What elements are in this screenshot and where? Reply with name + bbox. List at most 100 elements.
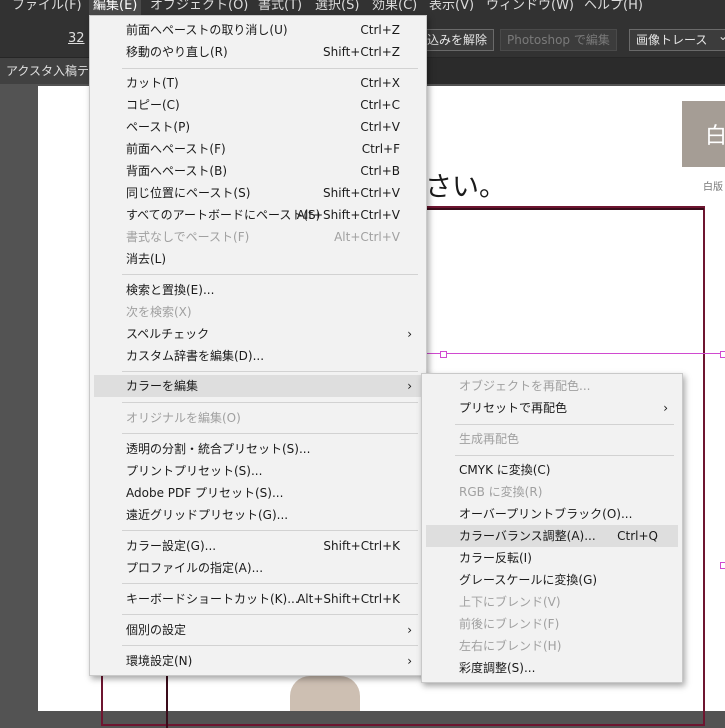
placed-photo[interactable] <box>290 676 360 711</box>
control-value[interactable]: 32 <box>68 31 85 46</box>
menu-item-label: 透明の分割・統合プリセット(S)... <box>126 442 311 456</box>
menu-item-label: カラーバランス調整(A)... <box>459 529 596 543</box>
menu-item-label: カラー設定(G)... <box>126 539 217 553</box>
menu-item-shortcut: Ctrl+V <box>360 120 400 134</box>
menu-item-recolor-artwork[interactable]: オブジェクトを再配色... <box>422 375 682 397</box>
menu-item-shortcut: Ctrl+X <box>360 76 400 90</box>
menu-item-label: 生成再配色 <box>459 432 520 446</box>
selection-handle[interactable] <box>440 351 447 358</box>
menu-type[interactable]: 書式(T) <box>254 0 306 16</box>
menu-item-label: 消去(L) <box>126 252 167 266</box>
menu-item-my-settings[interactable]: 個別の設定 › <box>90 619 426 641</box>
menu-item-clear[interactable]: 消去(L) <box>90 248 426 270</box>
menu-item-recolor-with-preset[interactable]: プリセットで再配色 › <box>422 397 682 419</box>
menu-item-cut[interactable]: カット(T) Ctrl+X <box>90 72 426 94</box>
menu-item-convert-to-cmyk[interactable]: CMYK に変換(C) <box>422 459 682 481</box>
menu-item-label: オーバープリントブラック(O)... <box>459 507 633 521</box>
edit-in-photoshop-button[interactable]: Photoshop で編集 <box>500 29 617 51</box>
menu-item-label: 前面へペーストの取り消し(U) <box>126 23 288 37</box>
menu-item-label: RGB に変換(R) <box>459 485 543 499</box>
menu-item-label: 同じ位置にペースト(S) <box>126 186 251 200</box>
release-button[interactable]: 込みを解除 <box>420 29 495 51</box>
artboard-heading[interactable]: さい。 <box>425 165 506 204</box>
menu-item-shortcut: Shift+Ctrl+K <box>323 539 400 553</box>
image-trace-button[interactable]: 画像トレース ⌄ <box>629 29 725 51</box>
menu-object[interactable]: オブジェクト(O) <box>146 0 252 16</box>
menu-item-adjust-color-balance[interactable]: カラーバランス調整(A)... Ctrl+Q <box>426 525 678 547</box>
menu-item-paste-in-back[interactable]: 背面へペースト(B) Ctrl+B <box>90 160 426 182</box>
menu-item-blend-front-to-back[interactable]: 前後にブレンド(F) <box>422 613 682 635</box>
chevron-right-icon: › <box>407 327 412 341</box>
chevron-down-icon: ⌄ <box>718 29 725 43</box>
menu-item-blend-vertically[interactable]: 上下にブレンド(V) <box>422 591 682 613</box>
menu-item-undo[interactable]: 前面へペーストの取り消し(U) Ctrl+Z <box>90 19 426 41</box>
menu-item-shortcut: Shift+Ctrl+V <box>323 186 400 200</box>
menu-item-label: 前後にブレンド(F) <box>459 617 560 631</box>
menu-item-find-next[interactable]: 次を検索(X) <box>90 301 426 323</box>
menu-item-label: 彩度調整(S)... <box>459 661 536 675</box>
menu-item-convert-to-rgb[interactable]: RGB に変換(R) <box>422 481 682 503</box>
menu-file[interactable]: ファイル(F) <box>8 0 86 16</box>
chevron-right-icon: › <box>407 379 412 393</box>
menu-item-blend-horizontally[interactable]: 左右にブレンド(H) <box>422 635 682 657</box>
menu-item-pdf-presets[interactable]: Adobe PDF プリセット(S)... <box>90 482 426 504</box>
menu-item-assign-profile[interactable]: プロファイルの指定(A)... <box>90 557 426 579</box>
menu-separator <box>122 274 418 275</box>
menu-item-label: プリントプリセット(S)... <box>126 464 263 478</box>
menu-item-perspective-grid-presets[interactable]: 遠近グリッドプリセット(G)... <box>90 504 426 526</box>
menu-item-generative-recolor[interactable]: 生成再配色 <box>422 428 682 450</box>
menu-item-redo[interactable]: 移動のやり直し(R) Shift+Ctrl+Z <box>90 41 426 63</box>
edit-menu: 前面へペーストの取り消し(U) Ctrl+Z 移動のやり直し(R) Shift+Ct… <box>89 15 427 676</box>
menu-item-color-settings[interactable]: カラー設定(G)... Shift+Ctrl+K <box>90 535 426 557</box>
menu-item-shortcut: Ctrl+Z <box>360 23 400 37</box>
menu-item-label: 次を検索(X) <box>126 305 192 319</box>
menu-separator <box>122 614 418 615</box>
menu-item-keyboard-shortcuts[interactable]: キーボードショートカット(K)... Alt+Shift+Ctrl+K <box>90 588 426 610</box>
menu-item-label: カット(T) <box>126 76 179 90</box>
menu-item-preferences[interactable]: 環境設定(N) › <box>90 650 426 672</box>
menu-item-copy[interactable]: コピー(C) Ctrl+C <box>90 94 426 116</box>
menu-select[interactable]: 選択(S) <box>311 0 363 16</box>
menu-item-label: グレースケールに変換(G) <box>459 573 598 587</box>
swatch-text: 白 <box>705 124 725 149</box>
menu-item-paste-without-formatting[interactable]: 書式なしでペースト(F) Alt+Ctrl+V <box>90 226 426 248</box>
menu-item-label: カラー反転(I) <box>459 551 532 565</box>
menu-item-shortcut: Ctrl+B <box>360 164 400 178</box>
menu-item-label: ペースト(P) <box>126 120 190 134</box>
menu-item-paste-in-front[interactable]: 前面へペースト(F) Ctrl+F <box>90 138 426 160</box>
menu-item-edit-original[interactable]: オリジナルを編集(O) <box>90 407 426 429</box>
menu-item-edit-colors[interactable]: カラーを編集 › <box>94 375 422 397</box>
menu-window[interactable]: ウィンドウ(W) <box>482 0 578 16</box>
menu-view[interactable]: 表示(V) <box>425 0 478 16</box>
menu-item-label: 書式なしでペースト(F) <box>126 230 250 244</box>
document-tab[interactable]: アクスタ入稿テン <box>0 58 100 84</box>
menu-separator <box>122 433 418 434</box>
menu-item-paste-all-artboards[interactable]: すべてのアートボードにペースト(S) Alt+Shift+Ctrl+V <box>90 204 426 226</box>
menu-item-label: 背面へペースト(B) <box>126 164 227 178</box>
menu-item-invert-colors[interactable]: カラー反転(I) <box>422 547 682 569</box>
selection-handle[interactable] <box>720 351 725 358</box>
selection-handle[interactable] <box>720 562 725 569</box>
menu-item-label: 個別の設定 <box>126 623 187 637</box>
menu-item-overprint-black[interactable]: オーバープリントブラック(O)... <box>422 503 682 525</box>
menu-item-spell-check[interactable]: スペルチェック › <box>90 323 426 345</box>
menu-item-paste[interactable]: ペースト(P) Ctrl+V <box>90 116 426 138</box>
menu-item-flattener-presets[interactable]: 透明の分割・統合プリセット(S)... <box>90 438 426 460</box>
menu-item-label: 前面へペースト(F) <box>126 142 226 156</box>
menu-item-shortcut: Ctrl+Q <box>617 529 658 543</box>
menu-separator <box>122 68 418 69</box>
menu-item-convert-to-grayscale[interactable]: グレースケールに変換(G) <box>422 569 682 591</box>
menu-item-print-presets[interactable]: プリントプリセット(S)... <box>90 460 426 482</box>
menu-separator <box>122 371 418 372</box>
menu-separator <box>122 530 418 531</box>
menu-item-edit-custom-dictionary[interactable]: カスタム辞書を編集(D)... <box>90 345 426 367</box>
menu-item-shortcut: Shift+Ctrl+Z <box>323 45 400 59</box>
menu-item-find-replace[interactable]: 検索と置換(E)... <box>90 279 426 301</box>
menu-help[interactable]: ヘルプ(H) <box>580 0 647 16</box>
menu-item-saturate[interactable]: 彩度調整(S)... <box>422 657 682 679</box>
menu-effect[interactable]: 効果(C) <box>368 0 421 16</box>
menu-item-paste-in-place[interactable]: 同じ位置にペースト(S) Shift+Ctrl+V <box>90 182 426 204</box>
menu-edit[interactable]: 編集(E) <box>89 0 142 16</box>
chevron-right-icon: › <box>407 623 412 637</box>
menu-separator <box>455 455 674 456</box>
